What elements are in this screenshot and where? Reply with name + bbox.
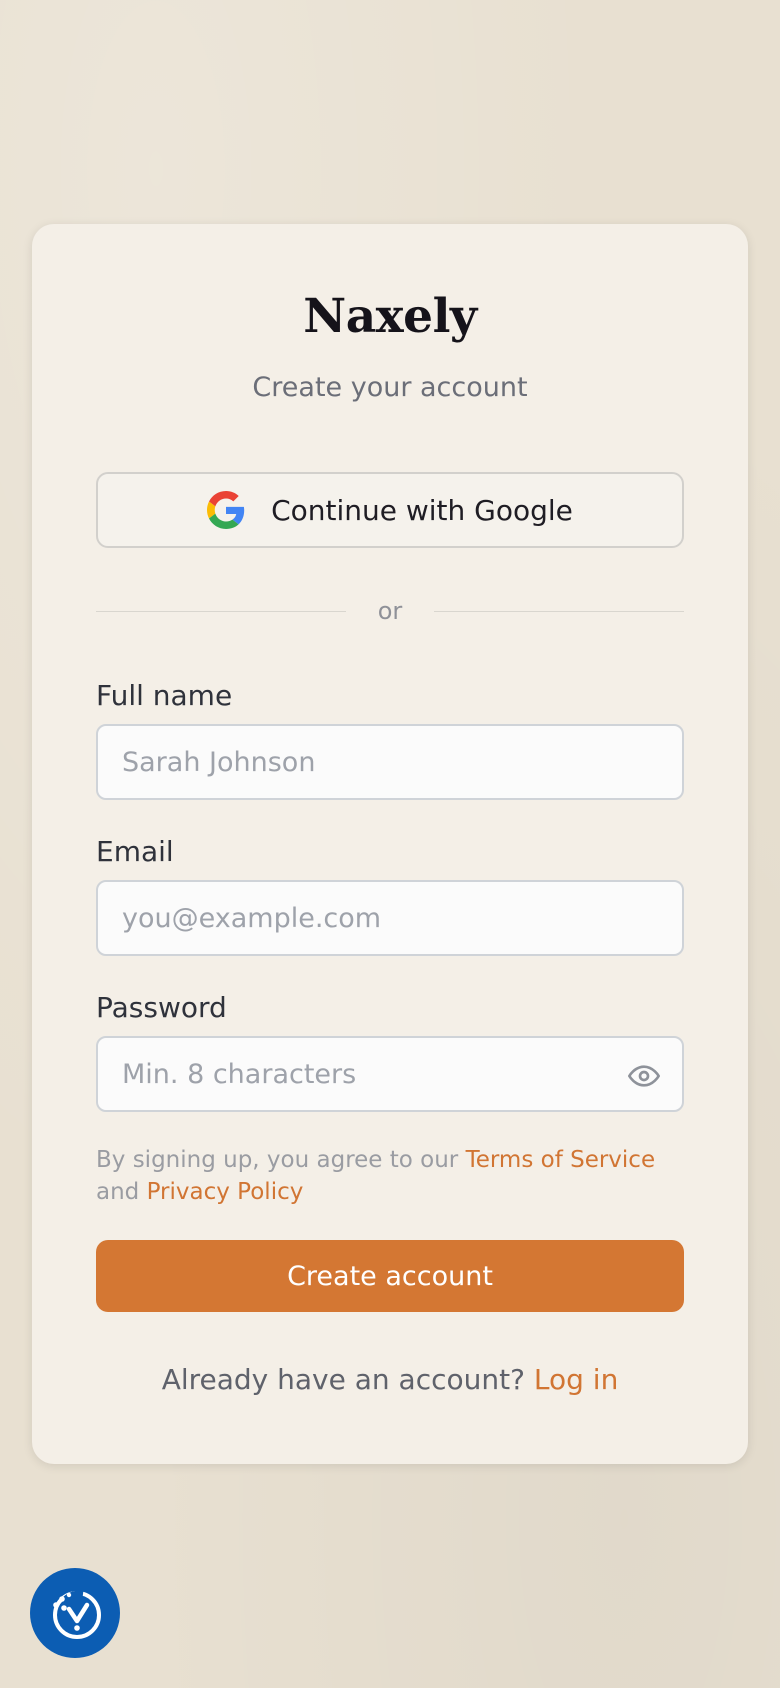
full-name-label: Full name	[96, 679, 233, 712]
accessibility-check-icon	[53, 1590, 101, 1639]
create-account-button[interactable]: Create account	[96, 1240, 684, 1312]
terms-of-service-link[interactable]: Terms of Service	[466, 1147, 656, 1173]
email-input[interactable]	[98, 882, 682, 954]
password-input[interactable]	[98, 1038, 682, 1110]
divider-line-right	[434, 611, 684, 612]
google-button-label: Continue with Google	[271, 493, 573, 527]
or-divider: or	[96, 596, 684, 626]
email-field[interactable]	[96, 880, 684, 956]
password-field[interactable]	[96, 1036, 684, 1112]
eye-icon[interactable]	[628, 1060, 660, 1092]
login-prompt: Already have an account? Log in	[0, 1362, 780, 1398]
terms-prefix: By signing up, you agree to our	[96, 1147, 459, 1173]
create-account-label: Create account	[287, 1260, 493, 1292]
privacy-policy-link[interactable]: Privacy Policy	[147, 1179, 304, 1205]
floating-accessibility-button[interactable]	[30, 1568, 120, 1658]
email-label: Email	[96, 835, 174, 868]
full-name-input[interactable]	[98, 726, 682, 798]
password-label: Password	[96, 991, 227, 1024]
terms-notice: By signing up, you agree to our Terms of…	[96, 1144, 696, 1208]
google-icon	[207, 491, 245, 529]
full-name-field[interactable]	[96, 724, 684, 800]
page-subtitle: Create your account	[252, 372, 528, 403]
brand-logo-text: Naxely	[303, 289, 477, 344]
login-prompt-text: Already have an account?	[161, 1363, 525, 1396]
continue-with-google-button[interactable]: Continue with Google	[96, 472, 684, 548]
log-in-link[interactable]: Log in	[534, 1363, 618, 1396]
terms-conjunction: and	[96, 1179, 140, 1205]
